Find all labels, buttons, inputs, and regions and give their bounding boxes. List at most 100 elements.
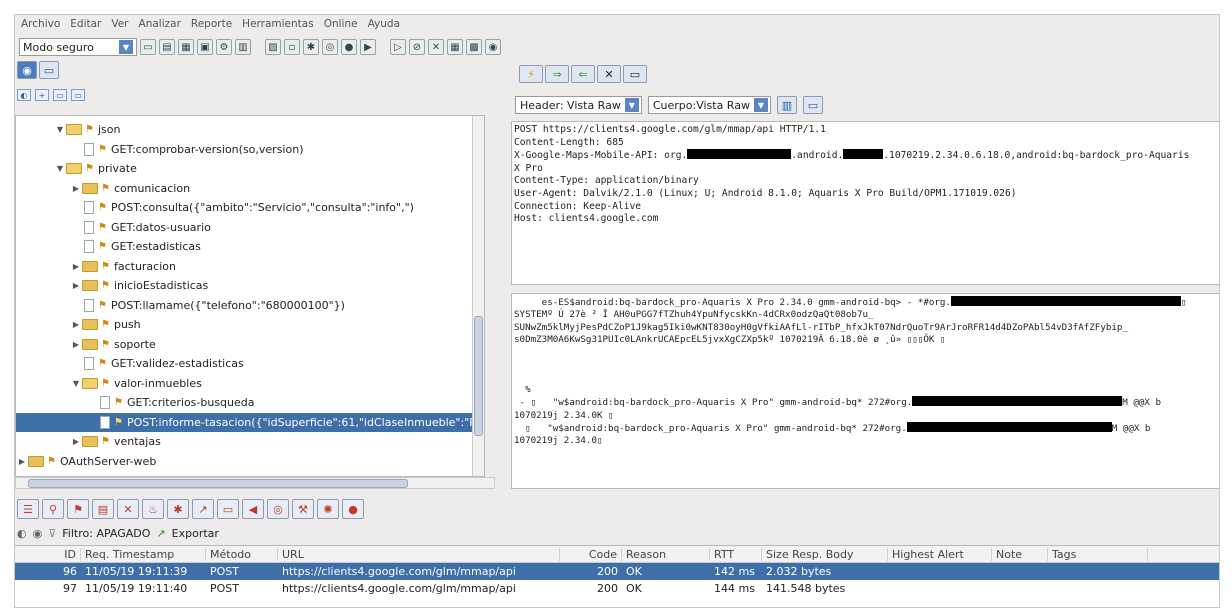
column-header-note[interactable]: Note	[992, 547, 1048, 561]
tree-node[interactable]: ⚑ GET:criterios-busqueda	[16, 393, 484, 413]
active-scan-tab-icon[interactable]: ✺	[317, 499, 339, 519]
break-tab-icon[interactable]: ✕	[117, 499, 139, 519]
params-tab-icon[interactable]: ↗	[192, 499, 214, 519]
context-icon[interactable]: ◐	[17, 89, 31, 101]
menu-editar[interactable]: Editar	[70, 18, 101, 30]
expand-down-icon[interactable]: ▼	[70, 379, 82, 388]
tree-node[interactable]: ⚑ GET:estadisticas	[16, 237, 484, 257]
tree-node[interactable]: ⚑ GET:datos-usuario	[16, 218, 484, 238]
ajax-tab-icon[interactable]: ◎	[267, 499, 289, 519]
drop-icon[interactable]: ▦	[447, 39, 463, 55]
step-icon[interactable]: ⊘	[409, 39, 425, 55]
tree-folder[interactable]: ▶ ⚑ push	[16, 315, 484, 335]
expand-right-icon[interactable]: ▶	[70, 320, 82, 329]
options-icon[interactable]: ⚙	[216, 39, 232, 55]
column-header-alert[interactable]: Highest Alert	[888, 547, 992, 561]
fuzzer-tab-icon[interactable]: ♨	[142, 499, 164, 519]
tab-icon[interactable]: ▫	[284, 39, 300, 55]
ajax-icon[interactable]: ◎	[322, 39, 338, 55]
menu-online[interactable]: Online	[324, 18, 358, 30]
body-view-select[interactable]: Cuerpo:Vista Raw ▼	[647, 96, 771, 114]
column-header-code[interactable]: Code	[560, 547, 622, 561]
help-icon[interactable]: ◉	[485, 39, 501, 55]
snapshot-icon[interactable]: ▣	[197, 39, 213, 55]
doc-icon[interactable]: ▭	[623, 65, 647, 83]
tree-folder[interactable]: ▼ ⚑ json	[16, 120, 484, 140]
tree-node[interactable]: ⚑ POST:informe-tasacion({"idSuperficie":6…	[16, 412, 484, 432]
tree-folder[interactable]: ▼ ⚑ private	[16, 159, 484, 179]
export-button[interactable]: Exportar	[172, 527, 219, 540]
tree-folder[interactable]: ▶ ⚑ soporte	[16, 335, 484, 355]
tree-folder[interactable]: ▶ ⚑ facturacion	[16, 257, 484, 277]
add-icon[interactable]: +	[35, 89, 49, 101]
export-icon[interactable]: ↗	[156, 527, 165, 540]
history-tab-icon[interactable]: ☰	[17, 499, 39, 519]
remove-icon[interactable]: ▭	[53, 89, 67, 101]
table-row[interactable]: 97 11/05/19 19:11:40 POST https://clients4.…	[15, 580, 1219, 597]
expand-right-icon[interactable]: ▶	[70, 281, 82, 290]
column-header-reason[interactable]: Reason	[622, 547, 710, 561]
globe-icon[interactable]: ◉	[33, 527, 43, 540]
single-view-icon[interactable]: ▭	[802, 96, 823, 114]
fuzz-icon[interactable]: ▶	[360, 39, 376, 55]
header-view-select[interactable]: Header: Vista Raw ▼	[515, 96, 642, 114]
column-header-size[interactable]: Size Resp. Body	[762, 547, 888, 561]
column-header-id[interactable]: ID	[15, 547, 81, 561]
split-view-icon[interactable]: ▥	[776, 96, 797, 114]
alerts-tab-icon[interactable]: ⚑	[67, 499, 89, 519]
tree-folder[interactable]: ▼ ⚑ valor-inmuebles	[16, 374, 484, 394]
tree-node[interactable]: ⚑ POST:llamame({"telefono":"680000100"})	[16, 296, 484, 316]
scope-icon[interactable]: ▭	[71, 89, 85, 101]
new-session-icon[interactable]: ▭	[140, 39, 156, 55]
search-tab-icon[interactable]: ⚲	[42, 499, 64, 519]
expand-down-icon[interactable]: ▼	[54, 164, 66, 173]
record-tab-icon[interactable]: ●	[342, 499, 364, 519]
column-header-tags[interactable]: Tags	[1048, 547, 1148, 561]
spider-icon[interactable]: ✱	[303, 39, 319, 55]
filter-status[interactable]: Filtro: APAGADO	[62, 527, 150, 540]
tree-folder[interactable]: ▶ ⚑ comunicacion	[16, 179, 484, 199]
output-tab-icon[interactable]: ▤	[92, 499, 114, 519]
tree-node[interactable]: ⚑ GET:validez-estadisticas	[16, 354, 484, 374]
response-arrow-icon[interactable]: ⇐	[571, 65, 595, 83]
request-body-text[interactable]: es-ES$android:bq-bardock_pro-Aquaris X P…	[511, 293, 1219, 489]
break-icon[interactable]: ⚡	[519, 65, 543, 83]
request-header-text[interactable]: POST https://clients4.google.com/glm/mma…	[511, 121, 1219, 285]
column-header-rtt[interactable]: RTT	[710, 547, 762, 561]
save-session-icon[interactable]: ▦	[178, 39, 194, 55]
expand-right-icon[interactable]: ▶	[70, 437, 82, 446]
column-header-method[interactable]: Método	[206, 547, 278, 561]
websocket-tab-icon[interactable]: ◀	[242, 499, 264, 519]
menu-herramientas[interactable]: Herramientas	[242, 18, 314, 30]
panel-icon[interactable]: ▨	[265, 39, 281, 55]
sessions-tab-icon[interactable]: ▭	[217, 499, 239, 519]
table-row[interactable]: 96 11/05/19 19:11:39 POST https://clients4.…	[15, 563, 1219, 580]
tree-horizontal-scrollbar[interactable]	[15, 477, 495, 489]
sites-tab-doc-icon[interactable]: ▭	[39, 61, 59, 79]
funnel-icon[interactable]: ⊽	[48, 527, 56, 540]
expand-down-icon[interactable]: ▼	[54, 125, 66, 134]
open-session-icon[interactable]: ▤	[159, 39, 175, 55]
mode-select[interactable]: Modo seguro ▼	[19, 38, 137, 56]
request-arrow-icon[interactable]: ⇒	[545, 65, 569, 83]
expand-right-icon[interactable]: ▶	[16, 457, 28, 466]
menu-reporte[interactable]: Reporte	[191, 18, 232, 30]
continue-icon[interactable]: ✕	[428, 39, 444, 55]
menu-archivo[interactable]: Archivo	[21, 18, 60, 30]
menu-ayuda[interactable]: Ayuda	[368, 18, 400, 30]
tree-folder[interactable]: ▶ ⚑ OAuthServer-web	[16, 452, 484, 472]
layout-icon[interactable]: ▥	[235, 39, 251, 55]
expand-right-icon[interactable]: ▶	[70, 184, 82, 193]
spider-tab-icon[interactable]: ✱	[167, 499, 189, 519]
break-icon[interactable]: ▷	[390, 39, 406, 55]
column-header-url[interactable]: URL	[278, 547, 560, 561]
expand-right-icon[interactable]: ▶	[70, 340, 82, 349]
delete-icon[interactable]: ▩	[466, 39, 482, 55]
menu-ver[interactable]: Ver	[111, 18, 128, 30]
column-header-ts[interactable]: Req. Timestamp	[81, 547, 206, 561]
filter-context-icon[interactable]: ◐	[17, 527, 27, 540]
menu-analizar[interactable]: Analizar	[139, 18, 181, 30]
sites-tab-globe-icon[interactable]: ◉	[17, 61, 37, 79]
expand-right-icon[interactable]: ▶	[70, 262, 82, 271]
tree-node[interactable]: ⚑ GET:comprobar-version(so,version)	[16, 140, 484, 160]
